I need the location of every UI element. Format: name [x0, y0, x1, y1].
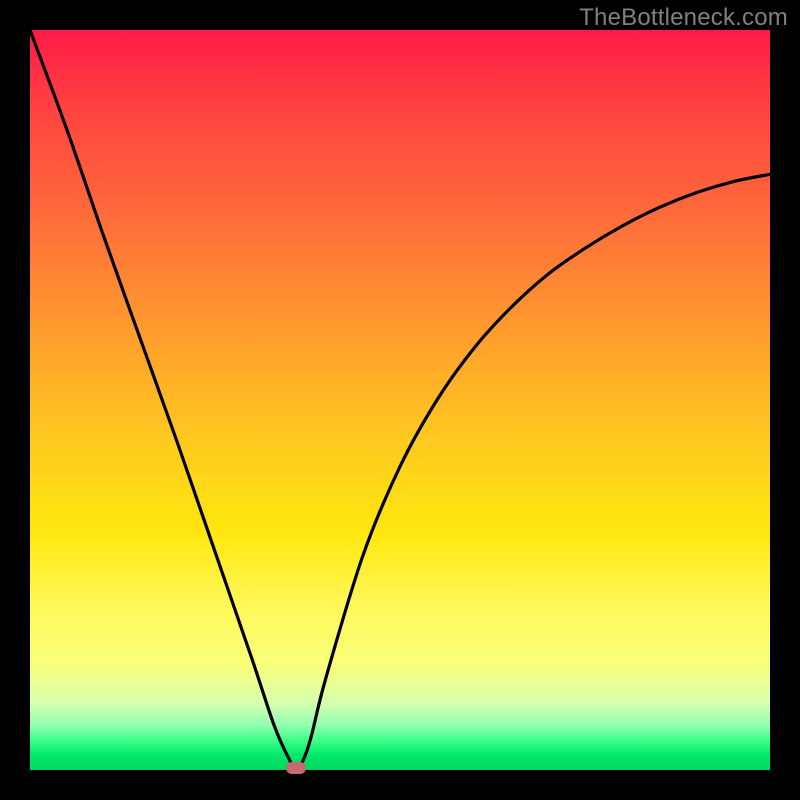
- chart-frame: TheBottleneck.com: [0, 0, 800, 800]
- watermark-text: TheBottleneck.com: [579, 4, 788, 32]
- bottleneck-curve: [30, 30, 770, 770]
- plot-area: [30, 30, 770, 770]
- optimal-point-marker: [286, 762, 306, 774]
